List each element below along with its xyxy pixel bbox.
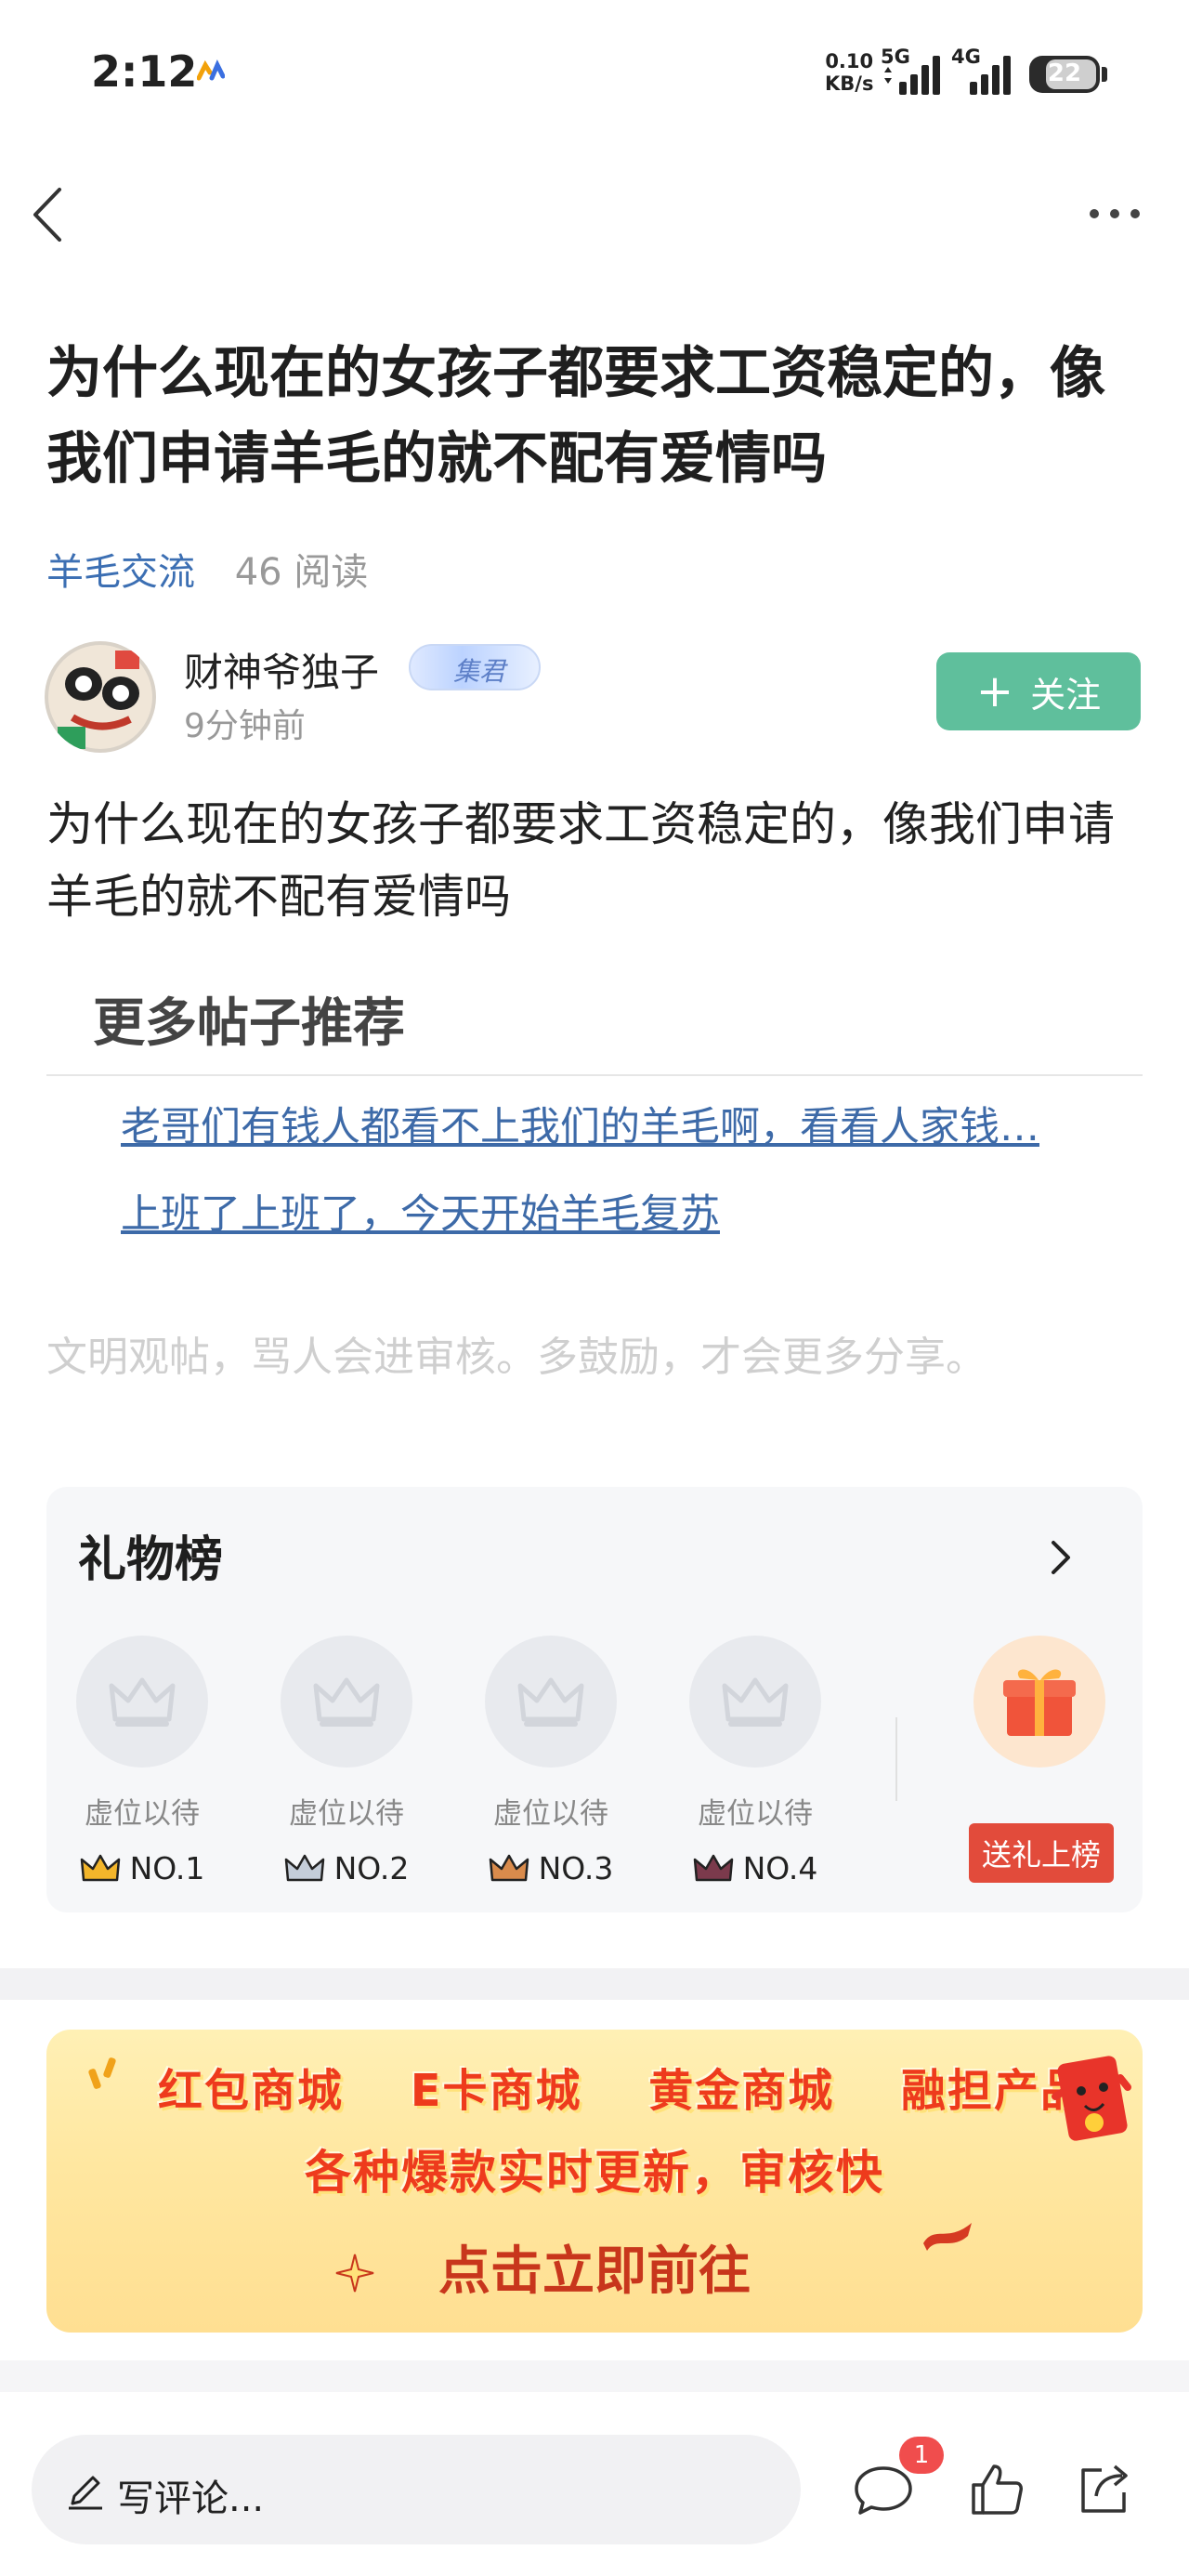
- send-gift-button[interactable]: 送礼上榜: [969, 1823, 1114, 1883]
- comment-input[interactable]: 写评论...: [32, 2435, 801, 2544]
- banner-categories: 红包商城 E卡商城 黄金商城 融担产品: [158, 2065, 1087, 2117]
- banner-cta[interactable]: 点击立即前往: [409, 2230, 780, 2314]
- signal-5g-icon: 5G: [881, 46, 940, 95]
- crown-silver-icon: [284, 1854, 324, 1881]
- follow-button[interactable]: + 关注: [936, 652, 1141, 730]
- pencil-icon: [69, 2476, 102, 2510]
- svg-text:5G: 5G: [881, 46, 910, 68]
- crown-gold-icon: [80, 1854, 120, 1881]
- crown-placeholder-icon: [517, 1677, 584, 1727]
- gift-box-icon[interactable]: [973, 1636, 1105, 1768]
- follow-label: 关注: [1030, 674, 1102, 716]
- read-count: 46 阅读: [234, 551, 369, 594]
- status-time: 2:12: [91, 46, 198, 97]
- post-title: 为什么现在的女孩子都要求工资稳定的，像我们申请羊毛的就不配有爱情吗: [46, 341, 1105, 492]
- svg-text:4G: 4G: [951, 46, 981, 68]
- gift-board: 礼物榜 虚位以待 NO.1 虚位以待 NO.2 虚位以待 NO.3 虚位以待 N…: [46, 1487, 1143, 1912]
- gift-slot[interactable]: 虚位以待 NO.3: [481, 1636, 621, 1886]
- avatar[interactable]: [45, 641, 156, 753]
- comment-count-badge: 1: [899, 2437, 944, 2474]
- share-icon[interactable]: [1074, 2459, 1135, 2520]
- chevron-right-icon[interactable]: [1044, 1535, 1078, 1580]
- section-separator: [0, 2360, 1189, 2392]
- divider: [895, 1717, 897, 1801]
- crown-bronze-icon: [489, 1854, 529, 1881]
- star-icon: [335, 2254, 374, 2293]
- divider: [46, 1074, 1143, 1076]
- sparkle-rays-icon: [88, 2057, 116, 2089]
- crown-placeholder-icon: [109, 1677, 176, 1727]
- thumbs-up-icon[interactable]: [966, 2459, 1027, 2520]
- gift-slot[interactable]: 虚位以待 NO.1: [72, 1636, 212, 1886]
- crown-dark-icon: [693, 1854, 733, 1881]
- category-link[interactable]: 羊毛交流: [46, 551, 195, 594]
- post-meta: 羊毛交流 46 阅读: [46, 542, 368, 596]
- author-badge: 集君: [409, 644, 541, 690]
- crown-placeholder-icon: [722, 1677, 789, 1727]
- promo-banner[interactable]: 红包商城 E卡商城 黄金商城 融担产品 各种爆款实时更新，审核快 点击立即前往: [46, 2030, 1143, 2333]
- app-notification-icon: [197, 59, 225, 81]
- recommend-link[interactable]: 上班了上班了，今天开始羊毛复苏: [121, 1182, 1105, 1240]
- back-arrow-icon[interactable]: [26, 182, 72, 247]
- gift-slot[interactable]: 虚位以待 NO.4: [686, 1636, 825, 1886]
- red-envelope-mascot-icon: [1052, 2056, 1131, 2141]
- status-bar: 2:12 0.10 KB/s 5G 4G 22: [0, 0, 1189, 139]
- more-options-icon[interactable]: [1087, 195, 1143, 232]
- post-time: 9分钟前: [184, 707, 306, 745]
- gift-board-title: 礼物榜: [78, 1532, 224, 1588]
- post-content: 为什么现在的女孩子都要求工资稳定的，像我们申请羊毛的就不配有爱情吗: [46, 797, 1115, 924]
- author-name[interactable]: 财神爷独子: [184, 641, 379, 698]
- post-detail-page: 2:12 0.10 KB/s 5G 4G 22 为什么现在的女孩子都要求工资稳定…: [0, 0, 1189, 2576]
- battery-level: 22: [1047, 59, 1082, 87]
- battery-icon: 22: [1029, 56, 1100, 93]
- section-separator: [0, 1968, 1189, 2000]
- signal-4g-icon: 4G: [951, 46, 1011, 95]
- net-speed: 0.10 KB/s: [825, 50, 874, 95]
- banner-subtitle: 各种爆款实时更新，审核快: [305, 2146, 884, 2200]
- plus-icon: +: [975, 665, 1014, 717]
- recommend-title: 更多帖子推荐: [93, 993, 405, 1054]
- ribbon-icon: [923, 2223, 972, 2251]
- recommend-link[interactable]: 老哥们有钱人都看不上我们的羊毛啊，看看人家钱…: [121, 1095, 1105, 1152]
- community-notice: 文明观帖，骂人会进审核。多鼓励，才会更多分享。: [46, 1334, 986, 1381]
- crown-placeholder-icon: [313, 1677, 380, 1727]
- comment-placeholder: 写评论...: [117, 2477, 265, 2520]
- gift-slot[interactable]: 虚位以待 NO.2: [277, 1636, 416, 1886]
